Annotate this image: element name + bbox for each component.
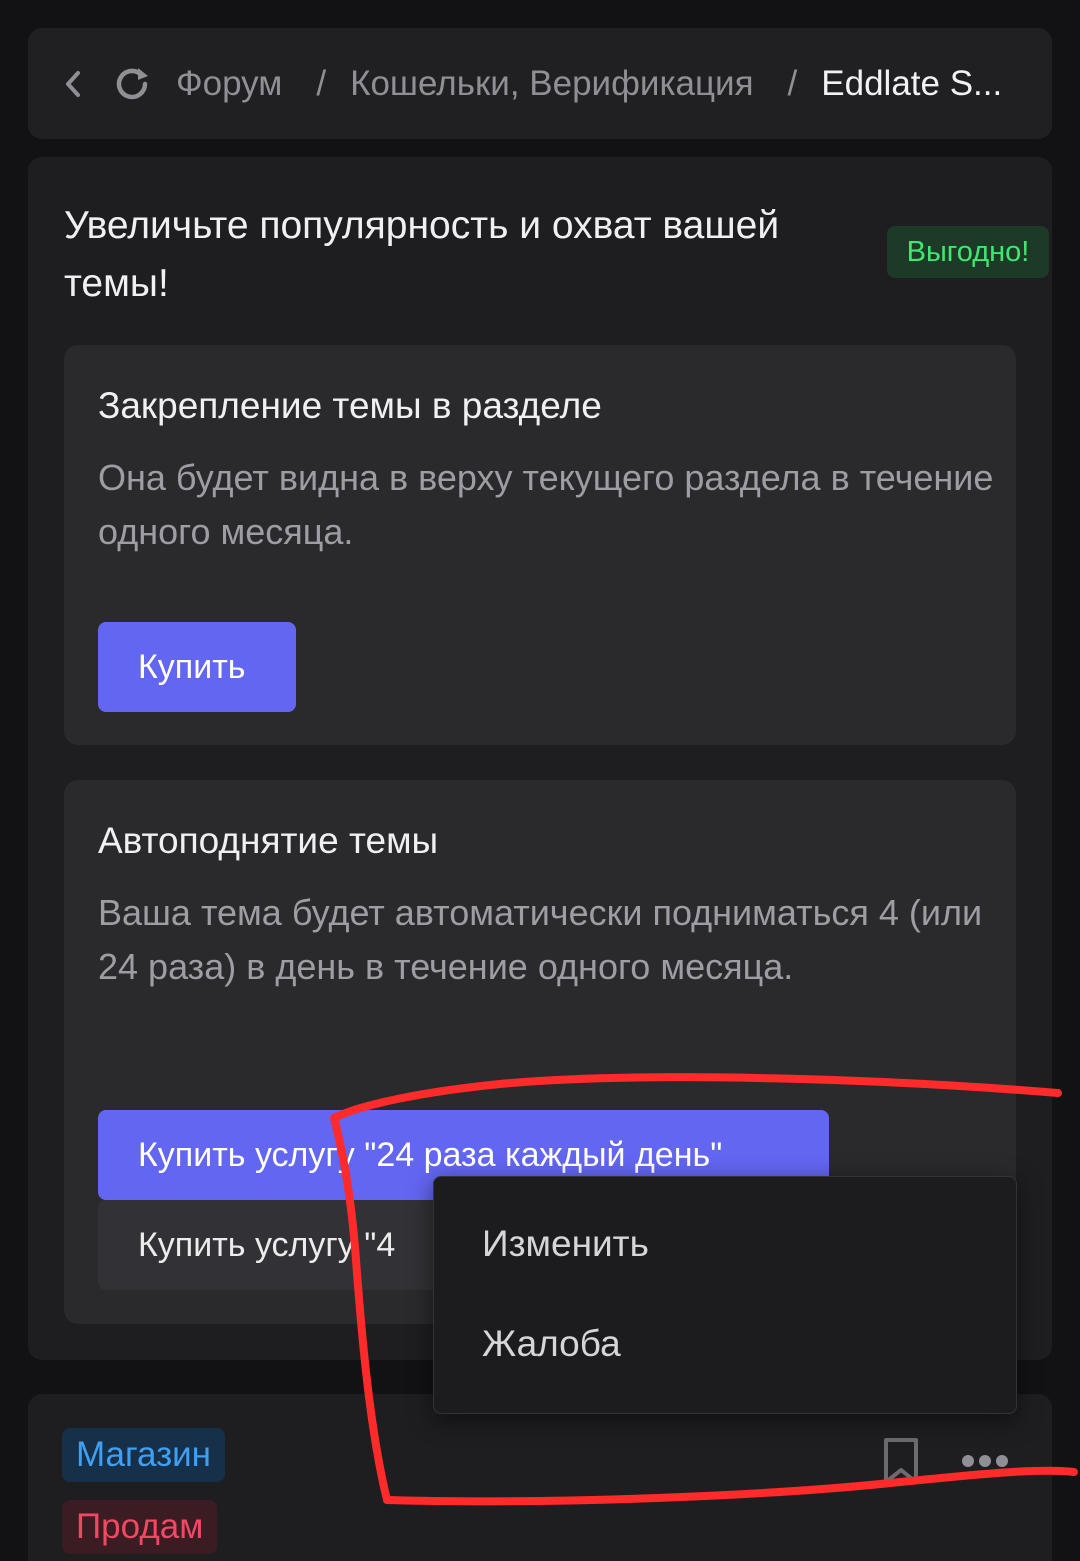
breadcrumb-item-current: Eddlate S...: [821, 63, 1003, 103]
buy-pin-button[interactable]: Купить: [98, 622, 296, 712]
breadcrumb-separator: /: [787, 63, 798, 103]
promotion-title: Увеличьте популярность и охват вашей тем…: [64, 204, 780, 305]
tag-shop[interactable]: Магазин: [62, 1428, 226, 1482]
more-icon[interactable]: [960, 1446, 1010, 1476]
breadcrumb-item-section[interactable]: Кошельки, Верификация: [350, 64, 753, 104]
pin-topic-card: Закрепление темы в разделе Она будет вид…: [64, 345, 1016, 745]
pin-card-description: Она будет видна в верху текущего раздела…: [98, 457, 994, 552]
breadcrumb-separator: /: [316, 63, 327, 103]
profitable-badge: Выгодно!: [887, 226, 1049, 278]
context-menu: Изменить Жалоба: [433, 1176, 1017, 1414]
back-chevron-icon[interactable]: [58, 64, 88, 104]
bookmark-icon[interactable]: [880, 1436, 922, 1486]
buy-4-times-button[interactable]: Купить услугу "4: [98, 1200, 438, 1290]
bump-card-description: Ваша тема будет автоматически подниматьс…: [98, 892, 983, 987]
menu-item-edit[interactable]: Изменить: [482, 1223, 649, 1265]
refresh-icon[interactable]: [110, 62, 154, 106]
bump-card-title: Автоподнятие темы: [98, 820, 439, 861]
menu-item-report[interactable]: Жалоба: [482, 1323, 621, 1365]
pin-card-title: Закрепление темы в разделе: [98, 385, 602, 426]
thread-item: Магазин Продам: [28, 1394, 1052, 1561]
breadcrumb: Форум / Кошельки, Верификация / Eddlate …: [28, 28, 1052, 139]
tag-sell[interactable]: Продам: [62, 1500, 218, 1554]
breadcrumb-item-forum[interactable]: Форум: [176, 64, 282, 104]
